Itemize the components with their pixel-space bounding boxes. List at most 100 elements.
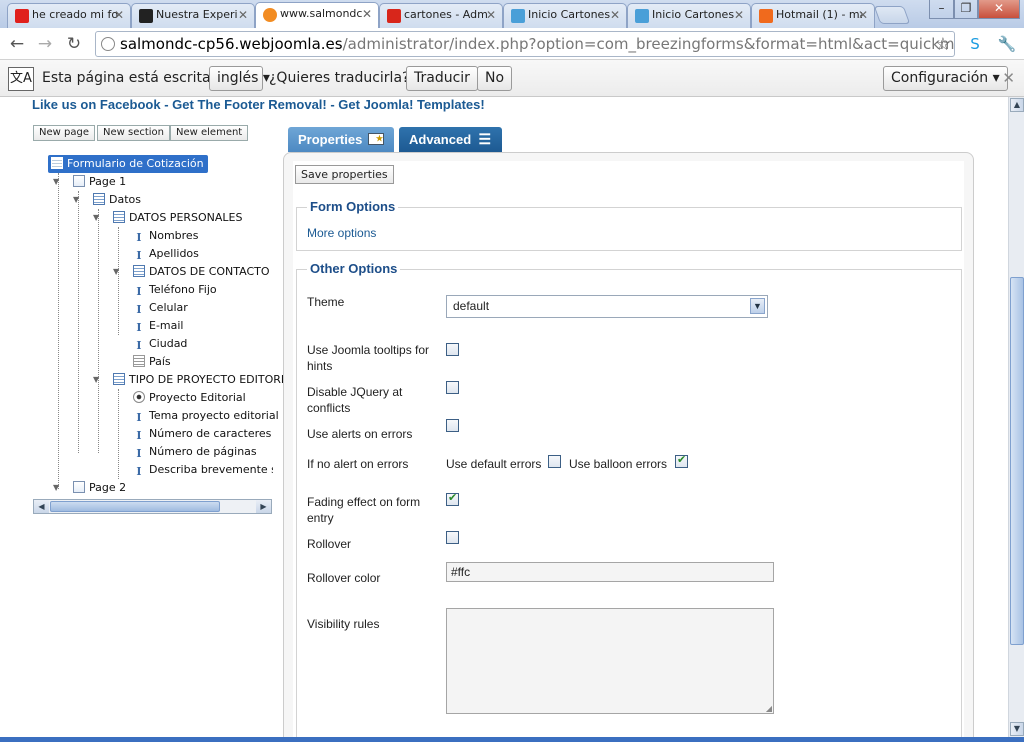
theme-select[interactable]: default ▼ — [446, 295, 768, 318]
expand-triangle-icon[interactable]: ▼ — [93, 375, 99, 384]
tree-node-element[interactable]: I Describa brevemente su proyecto — [133, 461, 273, 479]
tab-close-icon[interactable]: ✕ — [362, 7, 372, 21]
reload-icon[interactable]: ↻ — [63, 33, 85, 55]
settings-label: Configuración — [891, 70, 989, 86]
tab-close-icon[interactable]: ✕ — [238, 8, 248, 22]
tree-node-element[interactable]: I Ciudad — [133, 335, 187, 353]
translate-settings-button[interactable]: Configuración ▾ — [883, 66, 1008, 91]
tab-close-icon[interactable]: ✕ — [610, 8, 620, 22]
disable-jquery-checkbox[interactable] — [446, 381, 459, 394]
tab-title: Nuestra Experi — [156, 8, 238, 21]
expand-triangle-icon[interactable]: ▼ — [93, 213, 99, 222]
other-options-legend: Other Options — [307, 261, 401, 276]
scroll-left-icon[interactable]: ◀ — [34, 500, 49, 513]
rollover-color-input[interactable]: #ffc — [446, 562, 774, 582]
tab-close-icon[interactable]: ✕ — [114, 8, 124, 22]
chevron-down-icon: ▼ — [750, 298, 765, 314]
visibility-rules-textarea[interactable]: ◢ — [446, 608, 774, 714]
form-options-fieldset: Form Options More options — [296, 199, 962, 251]
tree-node-label: País — [149, 355, 171, 368]
save-properties-button[interactable]: Save properties — [295, 165, 394, 184]
tree-node-section[interactable]: DATOS PERSONALES — [113, 209, 243, 227]
scrollbar-thumb[interactable] — [1010, 277, 1024, 645]
tree-node-form[interactable]: Formulario de Cotización — [48, 155, 208, 173]
tab-properties[interactable]: Properties ★ — [288, 127, 394, 152]
tree-node-page-2[interactable]: Page 2 — [73, 479, 126, 497]
expand-triangle-icon[interactable]: ▼ — [73, 195, 79, 204]
globe-icon — [101, 37, 115, 51]
browser-tab-active[interactable]: www.salmondc ✕ — [255, 2, 379, 29]
new-page-button[interactable]: New page — [33, 125, 95, 141]
browser-tab[interactable]: he creado mi fo ✕ — [7, 3, 131, 28]
browser-tab[interactable]: Inicio Cartones ✕ — [503, 3, 627, 28]
translate-button[interactable]: Traducir — [406, 66, 478, 91]
tree-node-element[interactable]: Proyecto Editorial — [133, 389, 246, 407]
tree-line — [118, 389, 119, 479]
forward-arrow-icon[interactable]: → — [34, 33, 56, 55]
tab-advanced[interactable]: Advanced ☰ — [399, 127, 502, 152]
textarea-icon: I — [133, 466, 145, 479]
scroll-down-icon[interactable]: ▼ — [1010, 722, 1024, 736]
alerts-on-errors-checkbox[interactable] — [446, 419, 459, 432]
scroll-right-icon[interactable]: ▶ — [256, 500, 271, 513]
tree-node-page-1[interactable]: Page 1 — [73, 173, 126, 191]
disable-jquery-label: Disable JQuery at conflicts — [307, 385, 403, 415]
tree-node-element[interactable]: País — [133, 353, 171, 371]
promo-links: Like us on Facebook - Get The Footer Rem… — [32, 97, 485, 112]
default-errors-checkbox[interactable] — [548, 455, 561, 468]
expand-triangle-icon[interactable]: ▼ — [53, 177, 59, 186]
page-vertical-scrollbar[interactable]: ▲ ▼ — [1008, 97, 1024, 737]
tab-close-icon[interactable]: ✕ — [858, 8, 868, 22]
joomla-tooltips-checkbox[interactable] — [446, 343, 459, 356]
tree-node-element[interactable]: I Apellidos — [133, 245, 199, 263]
tree-node-section[interactable]: TIPO DE PROYECTO EDITORIAL — [113, 371, 298, 389]
tree-node-element[interactable]: I Tema proyecto editorial — [133, 407, 279, 425]
tree-horizontal-scrollbar[interactable]: ◀ ▶ — [33, 499, 272, 514]
scroll-up-icon[interactable]: ▲ — [1010, 98, 1024, 112]
tree-node-element[interactable]: I E-mail — [133, 317, 184, 335]
wrench-icon[interactable]: 🔧 — [997, 34, 1017, 54]
tree-node-section[interactable]: DATOS DE CONTACTO — [133, 263, 270, 281]
skype-extension-icon[interactable]: S — [965, 34, 985, 54]
tree-node-section[interactable]: Datos — [93, 191, 141, 209]
site-favicon-icon — [15, 9, 29, 23]
tree-node-element[interactable]: I Número de caracteres — [133, 425, 271, 443]
templates-link[interactable]: Get Joomla! Templates! — [338, 97, 484, 112]
expand-triangle-icon[interactable]: ▼ — [113, 267, 119, 276]
close-infobar-icon[interactable]: ✕ — [1002, 69, 1015, 87]
bookmark-star-icon[interactable]: ☆ — [935, 33, 951, 56]
tree-node-element[interactable]: I Nombres — [133, 227, 198, 245]
new-element-button[interactable]: New element — [170, 125, 249, 141]
browser-tab[interactable]: Hotmail (1) - ma ✕ — [751, 3, 875, 28]
resize-handle-icon[interactable]: ◢ — [766, 704, 772, 713]
new-tab-button[interactable] — [873, 6, 911, 24]
browser-tab[interactable]: Inicio Cartones ✕ — [627, 3, 751, 28]
tree-node-element[interactable]: I Teléfono Fijo — [133, 281, 217, 299]
joomla-favicon-icon — [263, 8, 277, 22]
expand-triangle-icon[interactable]: ▼ — [53, 483, 59, 492]
no-translate-button[interactable]: No — [477, 66, 513, 91]
language-select[interactable]: inglés ▾ — [209, 66, 270, 91]
close-window-button[interactable]: ✕ — [978, 0, 1020, 19]
address-bar[interactable]: salmondc-cp56.webjoomla.es/administrator… — [95, 31, 955, 57]
tree-node-element[interactable]: I Número de páginas — [133, 443, 257, 461]
back-arrow-icon[interactable]: ← — [6, 33, 28, 55]
balloon-errors-checkbox[interactable] — [675, 453, 688, 468]
scrollbar-thumb[interactable] — [50, 501, 220, 512]
more-options-link[interactable]: More options — [307, 226, 376, 240]
rollover-checkbox[interactable] — [446, 531, 459, 544]
new-section-button[interactable]: New section — [97, 125, 171, 141]
tab-title: Inicio Cartones — [528, 8, 611, 21]
tab-close-icon[interactable]: ✕ — [486, 8, 496, 22]
tab-close-icon[interactable]: ✕ — [734, 8, 744, 22]
footer-removal-link[interactable]: Get The Footer Removal! — [172, 97, 327, 112]
browser-tab[interactable]: cartones - Adm ✕ — [379, 3, 503, 28]
tree-line — [98, 209, 99, 453]
maximize-button[interactable]: ❐ — [954, 0, 978, 19]
section-icon — [93, 193, 105, 205]
tree-node-element[interactable]: I Celular — [133, 299, 188, 317]
browser-tab[interactable]: Nuestra Experi ✕ — [131, 3, 255, 28]
facebook-link[interactable]: Like us on Facebook — [32, 97, 161, 112]
fading-effect-checkbox[interactable] — [446, 491, 459, 506]
minimize-button[interactable]: – — [929, 0, 954, 19]
